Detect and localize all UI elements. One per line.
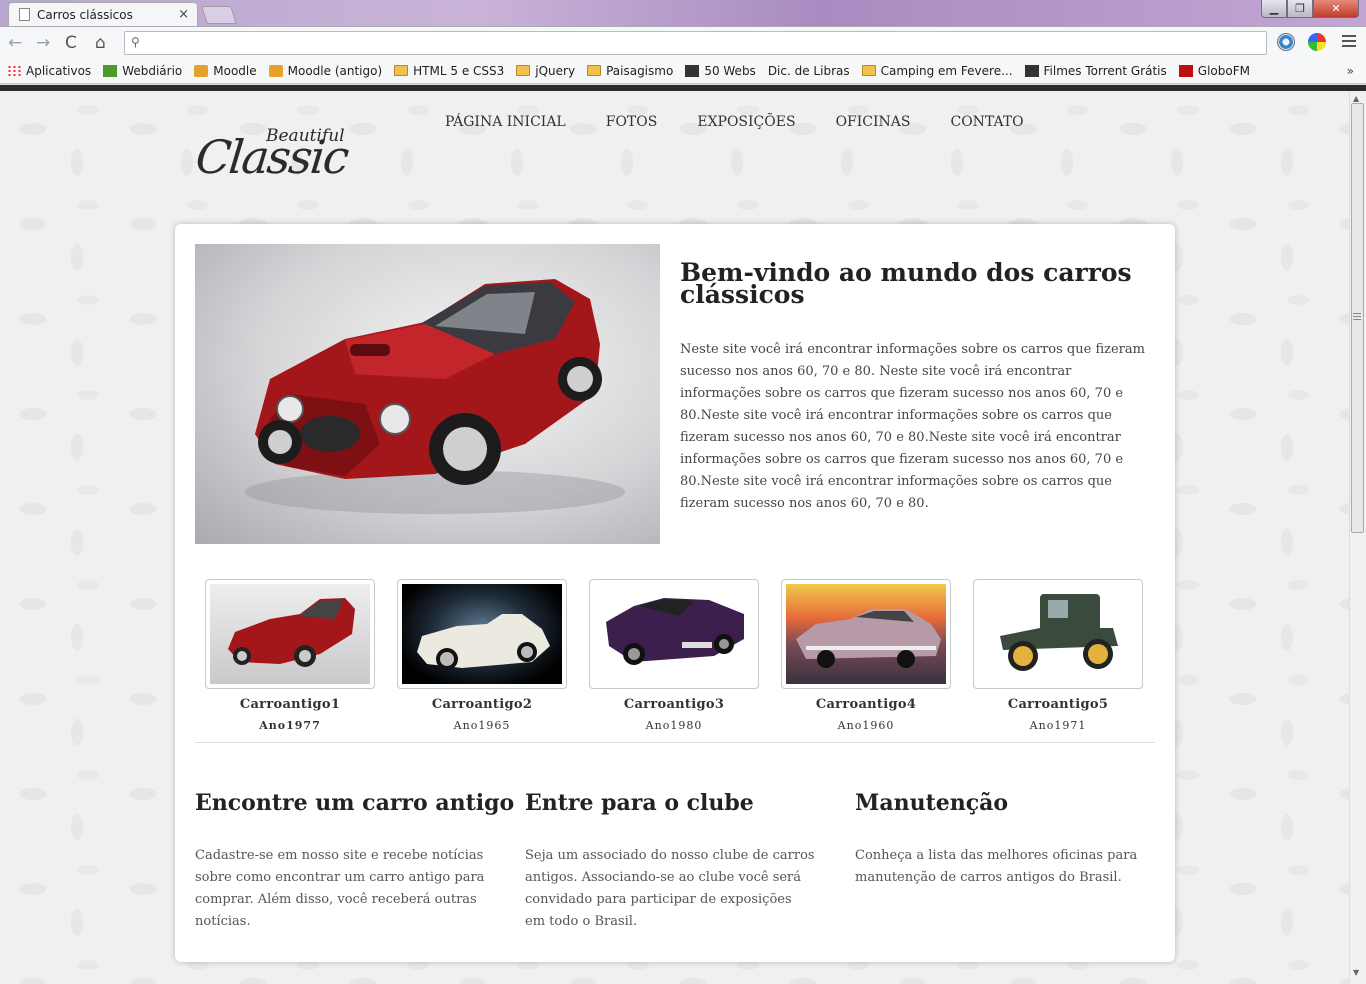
bookmark-camping[interactable]: Camping em Fevere... <box>861 63 1013 78</box>
moodle-icon <box>268 64 283 77</box>
close-window-button[interactable]: ✕ <box>1313 0 1359 18</box>
browser-toolbar: ← → C ⌂ ⚲ <box>0 26 1366 58</box>
column-text-manutencao: Conheça a lista das melhores oficinas pa… <box>855 848 1138 885</box>
column-text-encontre: Cadastre-se em nosso site e recebe notíc… <box>195 848 485 929</box>
bookmark-label: Webdiário <box>122 63 183 78</box>
bookmark-aplicativos[interactable]: Aplicativos <box>7 64 91 78</box>
gallery-caption-year: Ano1980 <box>645 719 703 732</box>
bookmark-label: Moodle (antigo) <box>287 63 383 78</box>
column-title-encontre: Encontre um carro antigo <box>195 790 515 816</box>
main-nav: PÁGINA INICIAL FOTOS EXPOSIÇÕES OFICINAS… <box>445 114 1064 130</box>
extension-color-wheel-icon[interactable] <box>1308 33 1326 51</box>
bookmark-html5-css3[interactable]: HTML 5 e CSS3 <box>394 64 504 78</box>
car-image <box>210 584 370 684</box>
bookmark-filmes-torrent[interactable]: Filmes Torrent Grátis <box>1024 63 1167 78</box>
globofm-icon <box>1178 64 1193 77</box>
scroll-down-arrow-icon[interactable]: ▼ <box>1353 968 1359 977</box>
gallery-caption-year: Ano1960 <box>837 719 895 732</box>
bookmark-label: Camping em Fevere... <box>880 63 1013 78</box>
extension-globe-icon[interactable] <box>1277 33 1295 51</box>
tab-title: Carros clássicos <box>37 7 133 22</box>
back-arrow-icon[interactable]: ← <box>8 33 22 53</box>
browser-tab[interactable]: Carros clássicos × <box>8 2 198 26</box>
minimize-button[interactable]: ▁ <box>1261 0 1287 18</box>
tab-close-icon[interactable]: × <box>178 7 189 22</box>
bookmark-paisagismo[interactable]: Paisagismo <box>587 64 673 78</box>
nav-fotos[interactable]: FOTOS <box>606 114 658 130</box>
reload-icon[interactable]: C <box>65 33 77 53</box>
bookmark-50-webs[interactable]: 50 Webs <box>685 64 756 78</box>
new-tab-button[interactable] <box>201 6 237 24</box>
bookmark-label: GloboFM <box>1197 63 1250 78</box>
column-text-clube: Seja um associado do nosso clube de carr… <box>525 848 815 929</box>
50webs-icon <box>685 64 700 77</box>
car-image <box>978 584 1138 684</box>
gallery-caption-title: Carroantigo3 <box>623 697 725 712</box>
bookmark-label: 50 Webs <box>704 63 756 78</box>
play-icon <box>1024 64 1039 77</box>
hero-car-image <box>195 244 660 544</box>
gallery-caption-year: Ano1965 <box>453 719 511 732</box>
bookmarks-bar: Aplicativos Webdiário Moodle Moodle (ant… <box>0 58 1366 162</box>
bookmark-moodle[interactable]: Moodle <box>194 63 257 78</box>
gallery-thumb-1[interactable] <box>205 579 375 689</box>
moodle-icon <box>194 64 209 77</box>
column-title-manutencao: Manutenção <box>855 790 1009 816</box>
gallery-caption-year: Ano1977 <box>259 719 321 732</box>
car-image <box>402 584 562 684</box>
folder-icon <box>394 65 409 76</box>
column-title-clube: Entre para o clube <box>525 790 754 816</box>
gallery-thumb-3[interactable] <box>589 579 759 689</box>
gallery-caption-title: Carroantigo1 <box>239 697 341 712</box>
folder-icon <box>861 65 876 76</box>
bookmark-webdiario[interactable]: Webdiário <box>103 64 182 78</box>
nav-exposicoes[interactable]: EXPOSIÇÕES <box>697 114 795 130</box>
bookmark-globofm[interactable]: GloboFM <box>1178 63 1250 78</box>
webdiario-icon <box>103 64 118 77</box>
maximize-button[interactable]: ❐ <box>1287 0 1313 18</box>
gallery-thumb-4[interactable] <box>781 579 951 689</box>
menu-icon[interactable] <box>1342 35 1356 50</box>
page-icon <box>19 8 30 21</box>
bookmark-label: jQuery <box>535 63 576 78</box>
scrollbar-grip-icon <box>1353 313 1361 322</box>
scroll-up-arrow-icon[interactable]: ▲ <box>1353 94 1359 103</box>
search-icon: ⚲ <box>131 35 140 49</box>
gallery-caption-year: Ano1971 <box>1029 719 1087 732</box>
bookmark-dic-libras[interactable]: Dic. de Libras <box>0 63 850 162</box>
bookmark-label: Filmes Torrent Grátis <box>1043 63 1167 78</box>
bookmark-label: Dic. de Libras <box>767 63 850 78</box>
bookmark-label: Paisagismo <box>606 63 674 78</box>
site-logo[interactable]: Beautiful Classic <box>193 126 356 192</box>
gallery-caption-title: Carroantigo5 <box>1007 697 1109 712</box>
bookmark-label: HTML 5 e CSS3 <box>413 63 505 78</box>
nav-pagina-inicial[interactable]: PÁGINA INICIAL <box>445 114 566 130</box>
section-divider <box>195 742 1155 743</box>
bookmarks-more-icon[interactable]: » <box>1347 64 1354 78</box>
logo-wordmark: Classic <box>193 130 350 184</box>
folder-icon <box>516 65 531 76</box>
gallery-caption-title: Carroantigo2 <box>431 697 533 712</box>
welcome-text: Neste site você irá encontrar informaçõe… <box>680 342 1145 511</box>
folder-icon <box>587 65 602 76</box>
address-bar[interactable]: ⚲ <box>124 31 1267 55</box>
forward-arrow-icon[interactable]: → <box>36 33 50 53</box>
welcome-title: Bem-vindo ao mundo dos carros clássicos <box>680 258 1132 309</box>
red-coupe-illustration <box>245 279 625 514</box>
home-icon[interactable]: ⌂ <box>95 33 106 53</box>
car-image <box>594 584 754 684</box>
gallery-caption-title: Carroantigo4 <box>815 697 917 712</box>
bookmark-moodle-antigo[interactable]: Moodle (antigo) <box>268 63 383 78</box>
gallery-thumb-5[interactable] <box>973 579 1143 689</box>
car-image <box>786 584 946 684</box>
gallery-thumb-2[interactable] <box>397 579 567 689</box>
nav-contato[interactable]: CONTATO <box>950 114 1023 130</box>
apps-icon <box>7 64 21 77</box>
bookmark-label: Moodle <box>213 63 257 78</box>
nav-oficinas[interactable]: OFICINAS <box>836 114 911 130</box>
bookmark-label: Aplicativos <box>26 63 92 78</box>
bookmark-jquery[interactable]: jQuery <box>516 64 575 78</box>
